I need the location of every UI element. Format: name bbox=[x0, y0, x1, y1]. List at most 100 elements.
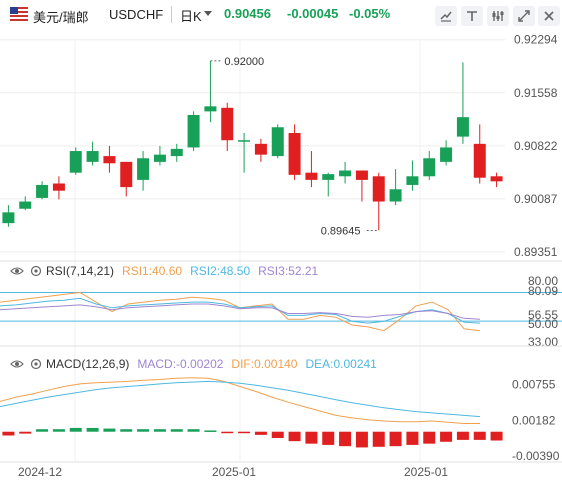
macd-bar bbox=[372, 431, 385, 447]
gear-icon[interactable] bbox=[30, 358, 42, 370]
rsi-legend: RSI(7,14,21) RSI1:40.60 RSI2:48.50 RSI3:… bbox=[10, 262, 326, 280]
macd-histogram bbox=[2, 427, 503, 448]
text-tool-icon bbox=[467, 11, 477, 21]
chart-widget: 美元/瑞郎 USDCHF 日K 0.90456 -0.00045 -0.05% … bbox=[0, 0, 562, 484]
macd-bar bbox=[120, 429, 133, 432]
candle-body bbox=[52, 183, 65, 191]
rsi-tick-label: 80.09 bbox=[528, 284, 558, 298]
macd-bar bbox=[153, 429, 166, 432]
rsi2-value: RSI2:48.50 bbox=[190, 264, 251, 278]
x-tick-label: 2024-12 bbox=[18, 465, 62, 479]
macd-tick-label: 0.00182 bbox=[512, 413, 556, 427]
macd-tick-label: -0.00390 bbox=[512, 449, 560, 463]
candle-body bbox=[456, 117, 469, 137]
low-marker: 0.89645 bbox=[321, 225, 379, 237]
price-tick-label: 0.91558 bbox=[514, 86, 558, 100]
expand-icon bbox=[518, 10, 530, 22]
eye-icon[interactable] bbox=[10, 265, 24, 277]
macd-legend: MACD(12,26,9) MACD:-0.00202 DIF:0.00140 … bbox=[10, 355, 385, 373]
candle-body bbox=[423, 158, 436, 177]
macd-bar bbox=[305, 431, 318, 444]
price-axis: 0.92294 0.91558 0.90822 0.90087 0.89351 bbox=[514, 33, 558, 259]
macd-bar bbox=[52, 429, 65, 432]
rsi-grid bbox=[0, 292, 562, 322]
candle-body bbox=[355, 170, 368, 180]
price-change-pct: -0.05% bbox=[349, 6, 391, 21]
candle-body bbox=[137, 158, 150, 180]
macd-bar bbox=[406, 431, 419, 445]
candle-body bbox=[254, 143, 267, 155]
macd-bar bbox=[339, 431, 352, 447]
macd-label: MACD(12,26,9) bbox=[46, 357, 130, 371]
candle-body bbox=[372, 176, 385, 202]
chevron-down-icon[interactable] bbox=[204, 11, 212, 16]
macd-bar bbox=[19, 431, 32, 434]
high-marker: 0.92000 bbox=[210, 56, 264, 68]
price-grid bbox=[0, 39, 505, 462]
candle-body bbox=[204, 106, 217, 112]
rsi3-value: RSI3:52.21 bbox=[258, 264, 319, 278]
candle-body bbox=[305, 172, 318, 180]
candle-body bbox=[389, 189, 402, 202]
rsi-axis: 80.0080.0956.5550.0033.00 bbox=[528, 274, 558, 349]
expand-button[interactable] bbox=[513, 6, 535, 26]
period-selector[interactable]: 日K bbox=[180, 6, 202, 25]
rsi1-value: RSI1:40.60 bbox=[122, 264, 183, 278]
x-tick-label: 2025-01 bbox=[404, 465, 448, 479]
macd-bar bbox=[170, 429, 183, 432]
chart-canvas[interactable]: 0.92294 0.91558 0.90822 0.90087 0.89351 0.92… bbox=[0, 30, 562, 484]
us-flag-icon bbox=[10, 7, 28, 21]
macd-bar bbox=[36, 429, 49, 432]
candle-body bbox=[19, 201, 32, 209]
candle-body bbox=[440, 147, 453, 162]
rsi-tick-label: 33.00 bbox=[528, 335, 558, 349]
macd-bar bbox=[440, 431, 453, 442]
macd-bar bbox=[103, 428, 116, 432]
settings-icon bbox=[492, 11, 504, 21]
macd-bar bbox=[271, 431, 284, 438]
macd-value: MACD:-0.00202 bbox=[137, 357, 224, 371]
text-tool-button[interactable] bbox=[461, 6, 483, 26]
candle-body bbox=[120, 161, 133, 188]
settings-button[interactable] bbox=[487, 6, 509, 26]
macd-tick-label: 0.00755 bbox=[512, 377, 556, 391]
header-bar: 美元/瑞郎 USDCHF 日K 0.90456 -0.00045 -0.05% bbox=[0, 0, 562, 30]
macd-bar bbox=[204, 430, 217, 432]
close-icon bbox=[544, 11, 554, 21]
high-label: 0.92000 bbox=[224, 56, 264, 68]
candle-body bbox=[288, 133, 301, 175]
divider bbox=[171, 6, 172, 23]
candle-body bbox=[271, 127, 284, 157]
macd-bar bbox=[456, 431, 469, 440]
line-tool-button[interactable] bbox=[435, 6, 457, 26]
pair-name: 美元/瑞郎 bbox=[33, 10, 89, 25]
macd-axis: 0.00755 0.00182 -0.00390 bbox=[512, 377, 560, 463]
macd-bar bbox=[221, 431, 234, 434]
dea-value: DEA:0.00241 bbox=[305, 357, 377, 371]
price-tick-label: 0.90822 bbox=[514, 139, 558, 153]
eye-icon[interactable] bbox=[10, 358, 24, 370]
gear-icon[interactable] bbox=[30, 265, 42, 277]
macd-bar bbox=[69, 427, 82, 432]
candle-body bbox=[187, 114, 200, 148]
macd-bar bbox=[389, 431, 402, 447]
candle-body bbox=[69, 151, 82, 173]
macd-bar bbox=[355, 431, 368, 448]
candle-body bbox=[339, 170, 352, 177]
candle-body bbox=[2, 212, 15, 224]
close-button[interactable] bbox=[538, 6, 560, 26]
macd-bar bbox=[490, 431, 503, 441]
macd-bar bbox=[322, 431, 335, 445]
last-price: 0.90456 bbox=[224, 6, 271, 21]
macd-bar bbox=[423, 431, 436, 444]
x-axis: 2024-12 2025-01 2025-01 bbox=[18, 465, 448, 479]
low-label: 0.89645 bbox=[321, 225, 361, 237]
candle-body bbox=[170, 148, 183, 157]
macd-bar bbox=[473, 431, 486, 440]
candle-body bbox=[36, 184, 49, 198]
x-tick-label: 2025-01 bbox=[212, 465, 256, 479]
rsi-label: RSI(7,14,21) bbox=[46, 264, 115, 278]
macd-bar bbox=[187, 429, 200, 432]
macd-bar bbox=[86, 427, 99, 432]
candle-body bbox=[86, 151, 99, 162]
